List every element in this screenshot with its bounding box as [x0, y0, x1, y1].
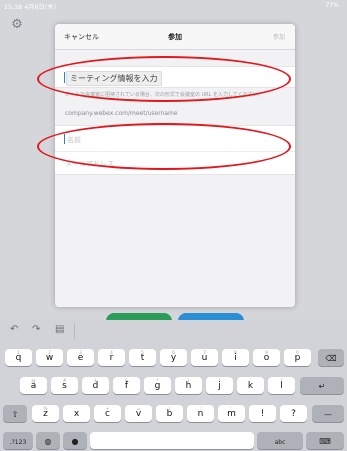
- annotation-ellipse-name: [37, 123, 291, 170]
- key-label: g: [154, 381, 161, 391]
- key-v[interactable]: = v: [125, 405, 152, 422]
- backspace-icon: ⌫: [325, 354, 337, 363]
- key-p[interactable]: 0p: [284, 349, 311, 366]
- key-u[interactable]: 7u: [191, 349, 218, 366]
- keyboard-dismiss-key[interactable]: ⌨: [306, 432, 344, 449]
- key-label: w: [45, 353, 54, 363]
- key-x[interactable]: -x: [63, 405, 90, 422]
- mic-key[interactable]: ●: [63, 432, 87, 449]
- minus-key[interactable]: —: [312, 405, 344, 422]
- key-label: v: [135, 409, 142, 419]
- key-label: y: [170, 353, 177, 363]
- return-key[interactable]: ↵: [300, 377, 344, 394]
- key-label: b: [166, 409, 173, 419]
- key-y[interactable]: 6y: [160, 349, 187, 366]
- key-label: f: [124, 381, 129, 391]
- status-time: 15:38 4月6日(木): [4, 4, 57, 11]
- key-h[interactable]: (h: [175, 377, 202, 394]
- key-label: l: [280, 381, 283, 391]
- key-label: h: [185, 381, 192, 391]
- key-c[interactable]: + c: [94, 405, 121, 422]
- key-label: e: [77, 353, 84, 363]
- return-icon: ↵: [318, 382, 326, 391]
- key-label: z: [43, 409, 48, 419]
- key-![interactable]: ,!: [249, 405, 276, 422]
- key-label: n: [197, 409, 204, 419]
- mic-icon: ●: [71, 437, 79, 446]
- key-label: q: [15, 353, 22, 363]
- key-label: m: [227, 409, 236, 419]
- key-o[interactable]: 9o: [253, 349, 280, 366]
- clipboard-icon[interactable]: ▤: [55, 324, 64, 335]
- key-label: d: [92, 381, 99, 391]
- key-s[interactable]: # s: [51, 377, 78, 394]
- key-j[interactable]: ) j: [206, 377, 233, 394]
- status-bar: 15:38 4月6日(木) 77%: [0, 0, 347, 12]
- key-e[interactable]: 3e: [67, 349, 94, 366]
- backspace-key[interactable]: ⌫: [318, 349, 344, 366]
- key-label: !: [260, 409, 265, 419]
- key-label: u: [201, 353, 208, 363]
- key-f[interactable]: & f: [113, 377, 140, 394]
- key-w[interactable]: 2w: [36, 349, 63, 366]
- sheet-header: キャンセル 参加 参加: [55, 24, 295, 50]
- sheet-title: 参加: [168, 33, 182, 41]
- annotation-ellipse-meeting-info: [37, 56, 291, 102]
- key-label: p: [294, 353, 301, 363]
- key-?[interactable]: .?: [280, 405, 307, 422]
- software-keyboard: ↶ ↷ ▤ 1q2w3e4r5t6y7u8i9o0p @ a # s $ d & f * g(h)…: [0, 320, 347, 451]
- key-n[interactable]: ; n: [187, 405, 214, 422]
- key-label: k: [247, 381, 254, 391]
- key-label: t: [140, 353, 145, 363]
- numbers-key[interactable]: .?123: [3, 432, 33, 449]
- key-m[interactable]: :m: [218, 405, 245, 422]
- key-d[interactable]: $ d: [82, 377, 109, 394]
- shift-icon: ⇧: [11, 410, 19, 419]
- meeting-url-example: company.webex.com/meet/username: [65, 110, 178, 117]
- redo-icon[interactable]: ↷: [32, 324, 40, 335]
- key-q[interactable]: 1q: [5, 349, 32, 366]
- keyboard-dismiss-icon: ⌨: [319, 437, 331, 446]
- key-label: o: [263, 353, 270, 363]
- keyboard-shortcut-bar: ↶ ↷ ▤: [0, 320, 347, 342]
- key-label: j: [218, 381, 221, 391]
- key-l[interactable]: " l: [268, 377, 295, 394]
- key-z[interactable]: % z: [32, 405, 59, 422]
- battery-level: 77%: [325, 2, 339, 9]
- key-label: ?: [291, 409, 296, 419]
- join-button[interactable]: 参加: [273, 32, 285, 41]
- key-r[interactable]: 4r: [98, 349, 125, 366]
- key-label: i: [234, 353, 237, 363]
- key-g[interactable]: * g: [144, 377, 171, 394]
- gear-icon[interactable]: ⚙: [10, 18, 24, 32]
- key-label: c: [105, 409, 110, 419]
- space-bar[interactable]: [90, 432, 254, 449]
- globe-icon: ◍: [44, 437, 52, 446]
- key-k[interactable]: ' k: [237, 377, 264, 394]
- key-label: s: [62, 381, 67, 391]
- key-b[interactable]: / b: [156, 405, 183, 422]
- globe-key[interactable]: ◍: [36, 432, 60, 449]
- undo-icon[interactable]: ↶: [10, 324, 18, 335]
- abc-key[interactable]: abc: [257, 432, 303, 449]
- key-t[interactable]: 5t: [129, 349, 156, 366]
- key-label: r: [109, 353, 114, 363]
- key-label: x: [73, 409, 80, 419]
- toolbar-divider: [74, 323, 75, 339]
- shift-key[interactable]: ⇧: [3, 405, 27, 422]
- key-i[interactable]: 8i: [222, 349, 249, 366]
- key-label: a: [30, 381, 37, 391]
- key-a[interactable]: @ a: [20, 377, 47, 394]
